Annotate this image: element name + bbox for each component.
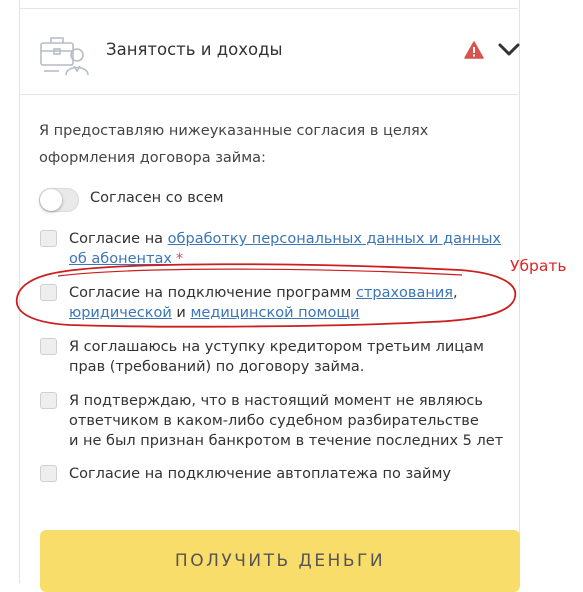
consent-line: прав (требований) по договору займа. (69, 359, 365, 375)
consent-text: Я подтверждаю, что в настоящий момент не… (69, 391, 503, 451)
consent-checkbox[interactable] (40, 230, 57, 247)
medical-assistance-link[interactable]: медицинской помощи (190, 305, 359, 321)
intro-line: Я предоставляю нижеуказанные согласия в … (39, 123, 429, 139)
agree-all-toggle[interactable] (39, 188, 79, 212)
consent-prefix: Согласие на подключение программ (69, 285, 356, 301)
agree-all-label: Согласен со всем (90, 190, 224, 206)
consent-checkbox[interactable] (40, 392, 57, 409)
required-asterisk: * (175, 251, 184, 267)
consent-line: Я соглашаюсь на уступку кредитором треть… (69, 339, 484, 355)
consent-prefix: Согласие на (69, 231, 168, 247)
consent-checkbox[interactable] (40, 338, 57, 355)
consent-intro-text: Я предоставляю нижеуказанные согласия в … (39, 118, 469, 172)
consent-text: Согласие на подключение автоплатежа по з… (69, 464, 451, 484)
warning-icon (464, 41, 484, 59)
insurance-link[interactable]: страхования (356, 285, 453, 301)
consent-text: Согласие на подключение программ страхов… (69, 283, 458, 323)
consent-checkbox[interactable] (40, 284, 57, 301)
consent-line: и не был признан банкротом в течение пос… (69, 433, 504, 449)
consent-text: Согласие на обработку персональных данны… (69, 229, 501, 269)
briefcase-person-icon (39, 31, 89, 77)
employment-section-header[interactable]: Занятость и доходы (19, 9, 521, 93)
conjunction: и (171, 305, 191, 321)
consent-line: ответчиком в каком-либо судебном разбира… (69, 413, 479, 429)
consent-line: Я подтверждаю, что в настоящий момент не… (69, 393, 483, 409)
consent-text: Я соглашаюсь на уступку кредитором треть… (69, 337, 484, 377)
legal-assistance-link[interactable]: юридической (69, 305, 172, 321)
chevron-down-icon[interactable] (497, 39, 521, 59)
header-divider (19, 94, 518, 95)
intro-line: оформления договора займа: (39, 150, 266, 166)
comma: , (452, 285, 458, 301)
consent-line: Согласие на подключение автоплатежа по з… (69, 466, 452, 482)
toggle-knob (40, 189, 62, 211)
consent-checkbox[interactable] (40, 465, 57, 482)
annotation-remove-label: Убрать (510, 257, 567, 275)
personal-data-link[interactable]: обработку персональных данных и данных (168, 231, 501, 247)
section-title: Занятость и доходы (106, 40, 283, 59)
subscribers-data-link[interactable]: об абонентах (69, 251, 172, 267)
